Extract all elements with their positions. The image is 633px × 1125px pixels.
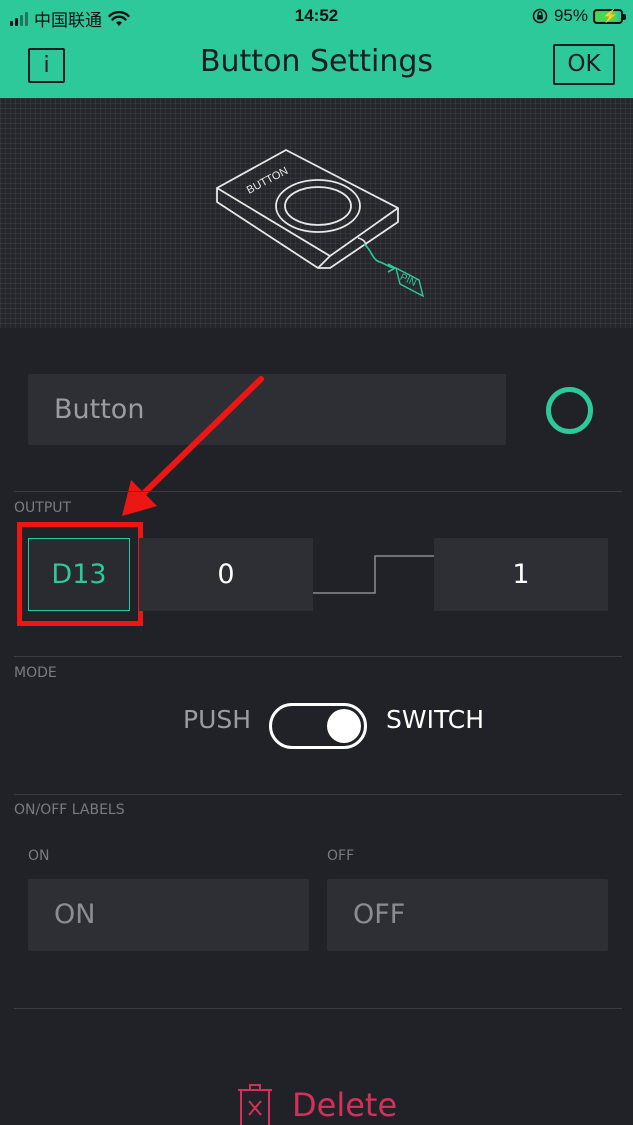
section-divider bbox=[14, 656, 622, 657]
mode-toggle-switch[interactable] bbox=[269, 703, 367, 749]
on-label-caption: ON bbox=[28, 848, 50, 864]
trash-icon bbox=[238, 1084, 272, 1125]
mode-section-label: MODE bbox=[14, 665, 57, 681]
button-settings-screen: 中国联通 14:52 95% ⚡ i Button Settings OK BU… bbox=[0, 0, 633, 1125]
toggle-knob bbox=[327, 709, 361, 743]
output-low-value[interactable]: 0 bbox=[139, 538, 313, 611]
delete-label: Delete bbox=[292, 1086, 398, 1124]
on-label-input[interactable]: ON bbox=[28, 879, 309, 951]
output-high-value[interactable]: 1 bbox=[434, 538, 608, 611]
off-label-caption: OFF bbox=[327, 848, 355, 864]
off-label-input[interactable]: OFF bbox=[327, 879, 608, 951]
delete-button[interactable]: Delete bbox=[238, 1082, 397, 1125]
mode-push-label[interactable]: PUSH bbox=[183, 705, 251, 734]
pin-selector-button[interactable]: D13 bbox=[28, 538, 130, 611]
mode-switch-label[interactable]: SWITCH bbox=[386, 705, 484, 734]
section-divider bbox=[14, 1008, 622, 1009]
on-off-labels-section-label: ON/OFF LABELS bbox=[14, 802, 125, 818]
section-divider bbox=[14, 794, 622, 795]
